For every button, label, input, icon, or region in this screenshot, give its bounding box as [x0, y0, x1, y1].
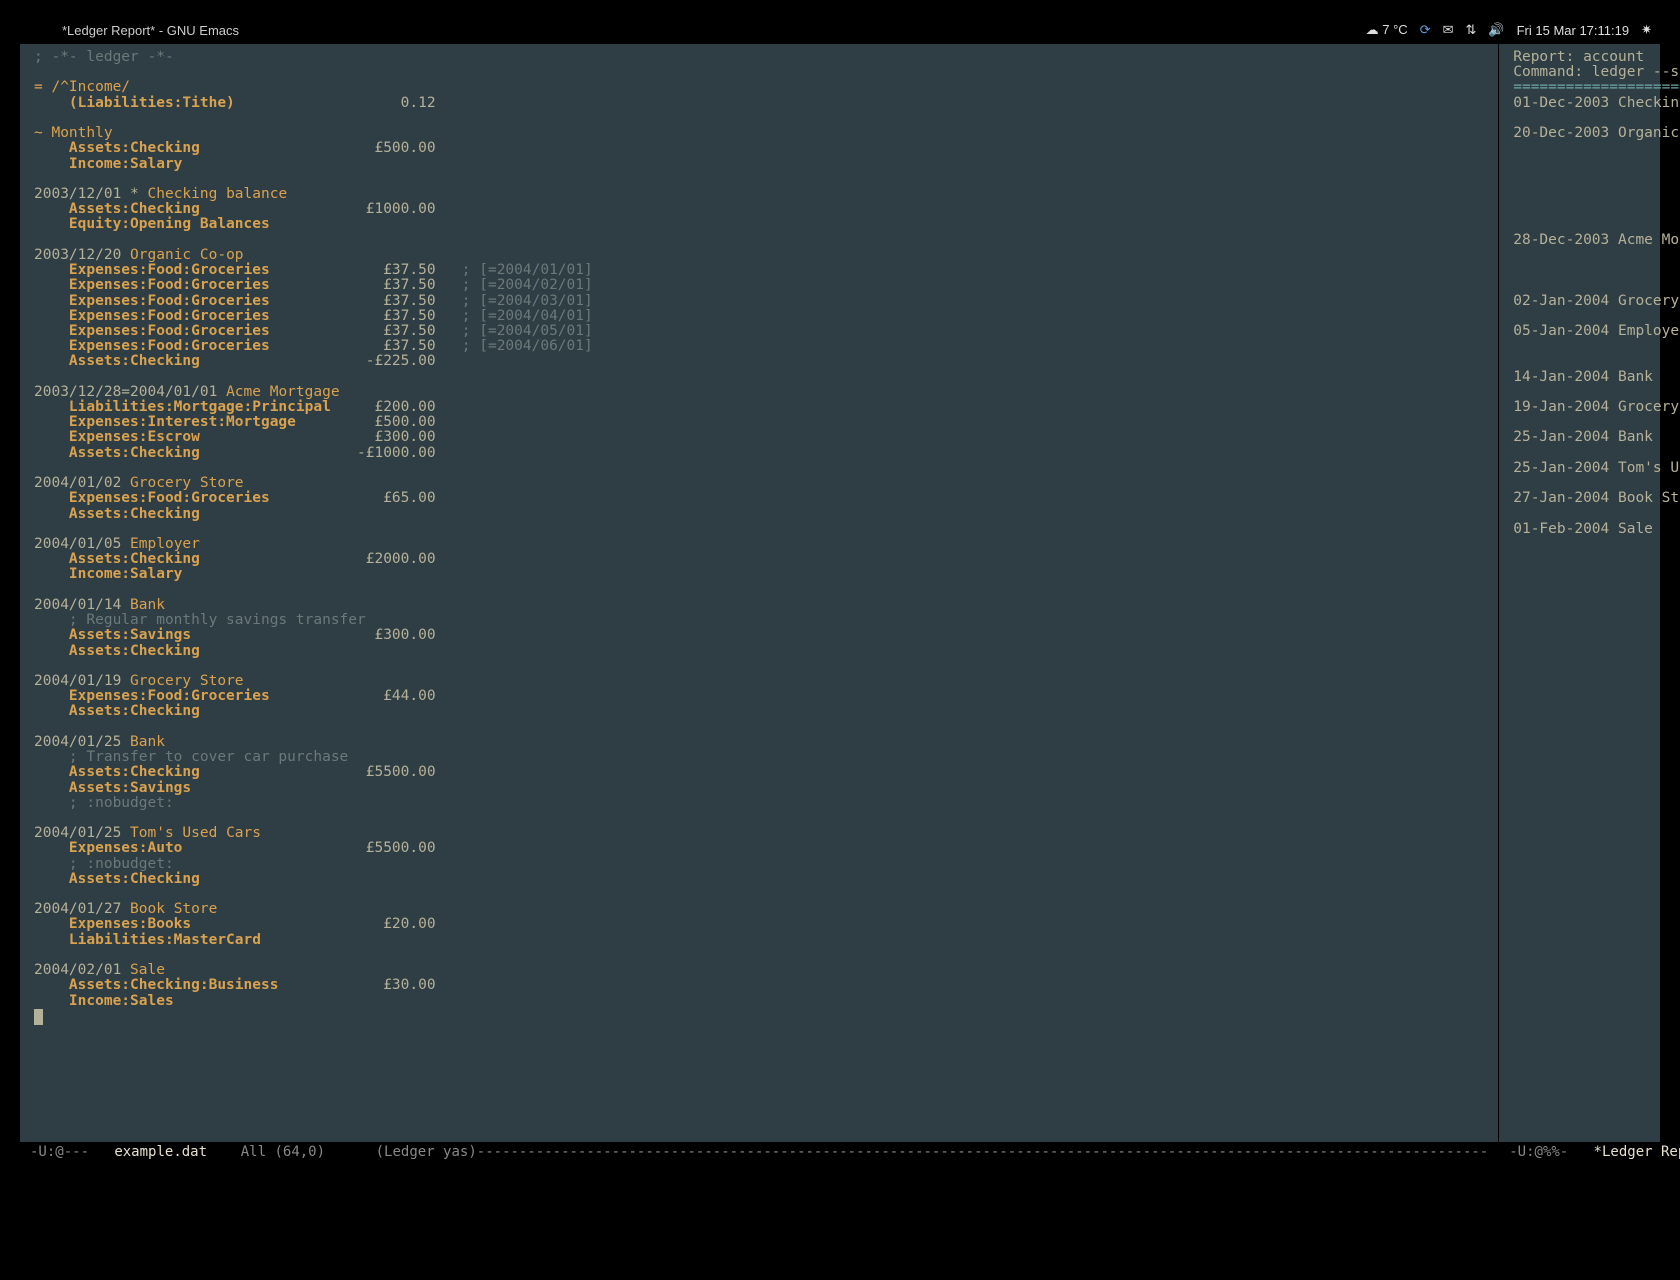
modeline-left: -U:@--- example.dat All (64,0) (Ledger y…: [20, 1142, 1498, 1164]
titlebar: *Ledger Report* - GNU Emacs ☁ 7 °C ⟳ ✉ ⇅…: [20, 20, 1660, 44]
network-icon[interactable]: ⇅: [1466, 22, 1477, 38]
mail-icon[interactable]: ✉: [1443, 22, 1454, 38]
modeline-right: -U:@%%- *Ledger Report* All (4,0) (Ledge…: [1499, 1142, 1680, 1164]
weather-indicator[interactable]: ☁ 7 °C: [1366, 22, 1408, 38]
buffer-ledger-report[interactable]: Report: account Command: ledger --sort d…: [1498, 44, 1680, 1164]
clock[interactable]: Fri 15 Mar 17:11:19: [1517, 23, 1629, 38]
window-title: *Ledger Report* - GNU Emacs: [62, 23, 239, 38]
refresh-icon[interactable]: ⟳: [1420, 22, 1431, 38]
buffer-ledger-source[interactable]: ; -*- ledger -*- = /^Income/ (Liabilitie…: [20, 44, 1498, 1164]
volume-icon[interactable]: 🔊: [1488, 22, 1504, 38]
settings-icon[interactable]: ✷: [1641, 22, 1652, 38]
